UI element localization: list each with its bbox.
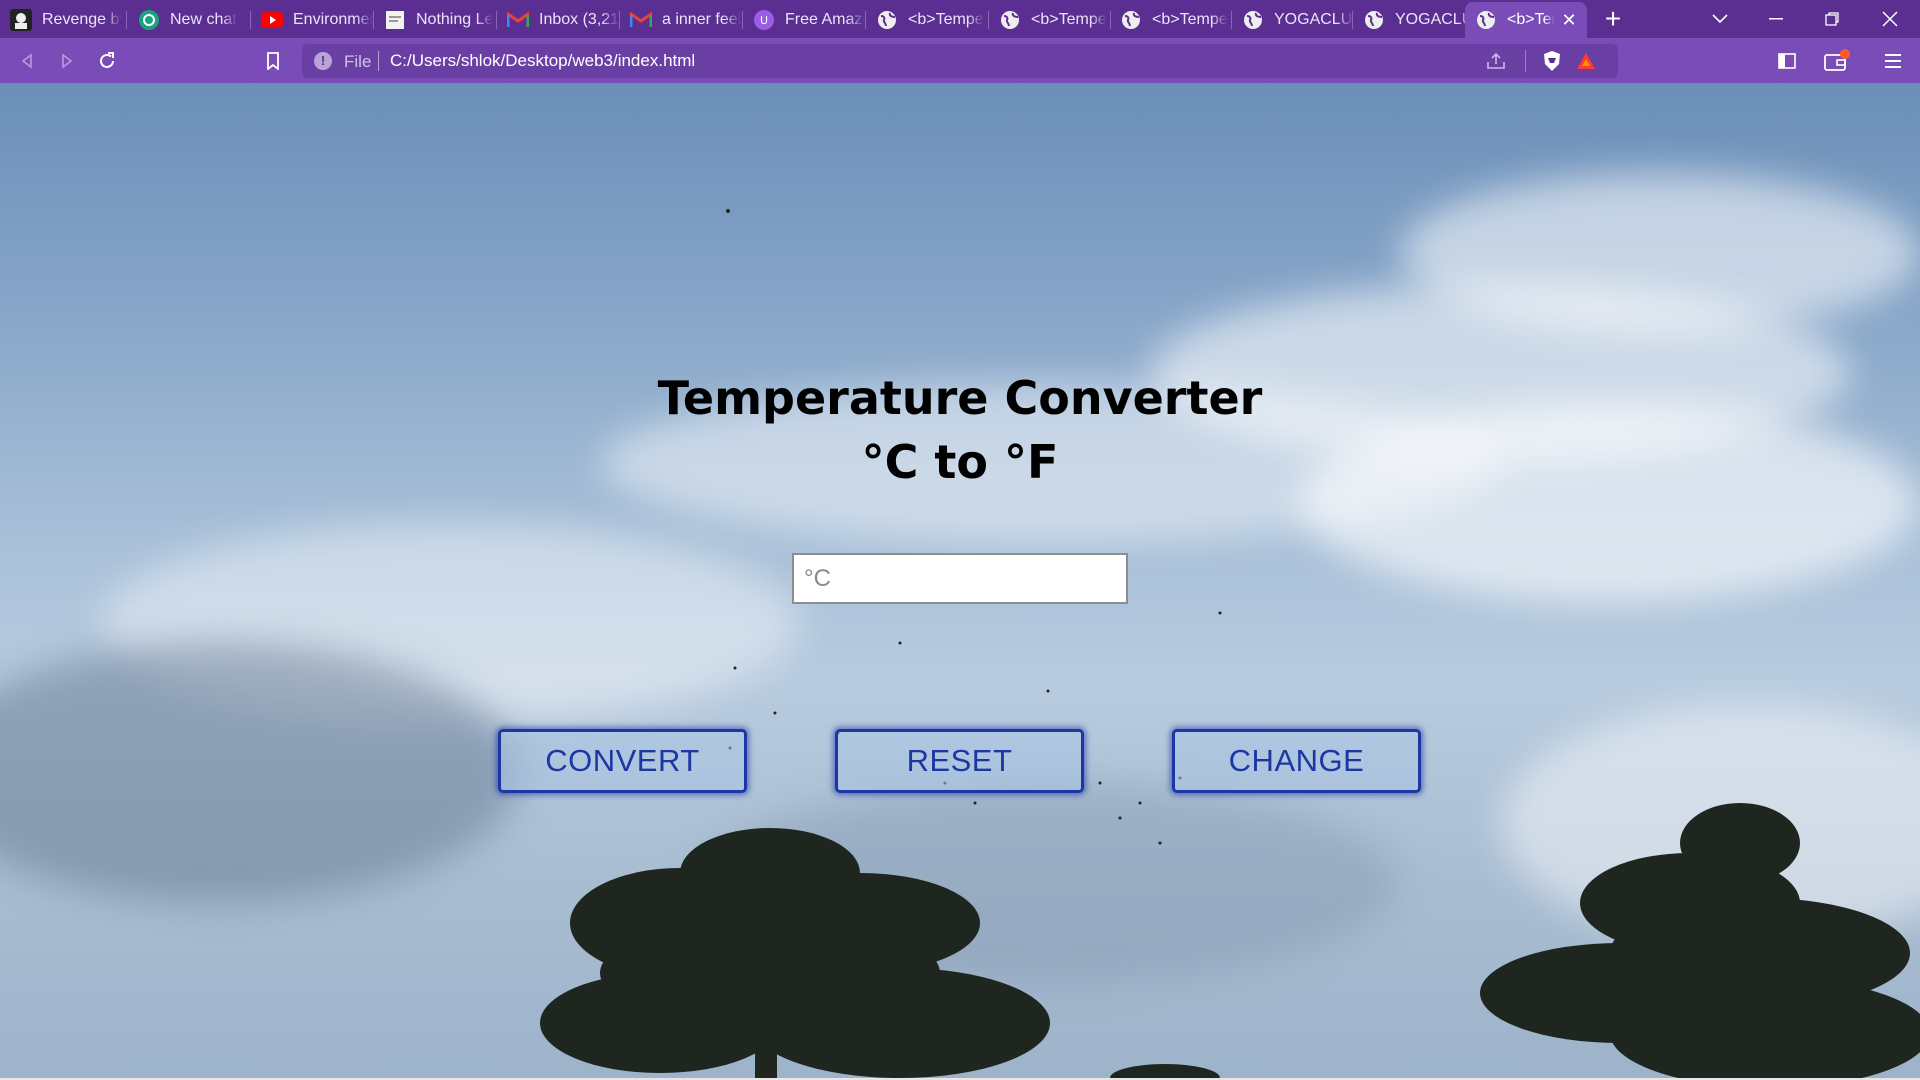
tab-list-chevron-icon[interactable] [1692, 0, 1748, 38]
reset-button[interactable]: RESET [835, 729, 1084, 793]
tab-inner-feel[interactable]: a inner feel [620, 2, 742, 38]
svg-text:U: U [760, 14, 768, 27]
tab-temperature-2[interactable]: <b>Tempe [989, 2, 1111, 38]
tab-temperature-3[interactable]: <b>Tempe [1110, 2, 1232, 38]
page-subtitle: °C to °F [861, 435, 1059, 489]
url-scheme: File [344, 52, 372, 71]
reload-icon[interactable] [92, 46, 122, 76]
brave-rewards-icon[interactable] [1576, 51, 1596, 76]
bookmark-icon[interactable] [258, 46, 288, 76]
tab-environment[interactable]: Environmen [251, 2, 373, 38]
tab-temperature-active[interactable]: <b>Ten ✕ [1465, 2, 1587, 38]
tab-nothing[interactable]: Nothing Le [374, 2, 496, 38]
globe-icon [876, 9, 898, 31]
close-tab-icon[interactable]: ✕ [1559, 10, 1579, 30]
restore-icon[interactable] [1804, 0, 1860, 38]
close-window-icon[interactable] [1862, 0, 1918, 38]
gmail-icon [507, 9, 529, 31]
gmail-icon [630, 9, 652, 31]
page-background: Temperature Converter °C to °F CONVERT R… [0, 83, 1920, 1080]
page-title: Temperature Converter [657, 371, 1263, 425]
share-icon[interactable] [1486, 52, 1506, 75]
globe-icon [999, 9, 1021, 31]
globe-icon [1363, 9, 1385, 31]
github-avatar-icon [10, 9, 32, 31]
tab-new-chat[interactable]: New chat [128, 2, 250, 38]
brave-shields-icon[interactable] [1542, 50, 1562, 77]
minimize-icon[interactable] [1748, 0, 1804, 38]
globe-icon [1242, 9, 1264, 31]
tab-revenge[interactable]: Revenge by [0, 2, 122, 38]
info-icon[interactable]: ! [314, 52, 332, 70]
chatgpt-icon [138, 9, 160, 31]
globe-icon [1120, 9, 1142, 31]
tab-temperature-1[interactable]: <b>Tempe [866, 2, 988, 38]
address-bar[interactable]: ! File C:/Users/shlok/Desktop/web3/index… [302, 44, 1618, 78]
url-text[interactable]: C:/Users/shlok/Desktop/web3/index.html [390, 51, 695, 71]
tab-yogaclub-2[interactable]: YOGACLUB [1353, 2, 1475, 38]
globe-icon [1475, 9, 1497, 31]
convert-button[interactable]: CONVERT [498, 729, 747, 793]
tab-yogaclub-1[interactable]: YOGACLUB [1232, 2, 1354, 38]
youtube-icon [261, 9, 283, 31]
celsius-input[interactable] [792, 553, 1128, 604]
menu-icon[interactable] [1878, 46, 1908, 76]
wallet-icon[interactable] [1822, 46, 1852, 76]
page-icon [384, 9, 406, 31]
new-tab-button[interactable]: + [1598, 4, 1628, 34]
forward-icon[interactable] [52, 46, 82, 76]
back-icon[interactable] [12, 46, 42, 76]
tab-free-amazon[interactable]: U Free Amazo [743, 2, 865, 38]
tab-inbox[interactable]: Inbox (3,21 [497, 2, 619, 38]
sidebar-icon[interactable] [1772, 46, 1802, 76]
tab-strip: Revenge by New chat Environmen Nothing L… [0, 0, 1920, 38]
purple-logo-icon: U [753, 9, 775, 31]
change-button[interactable]: CHANGE [1172, 729, 1421, 793]
